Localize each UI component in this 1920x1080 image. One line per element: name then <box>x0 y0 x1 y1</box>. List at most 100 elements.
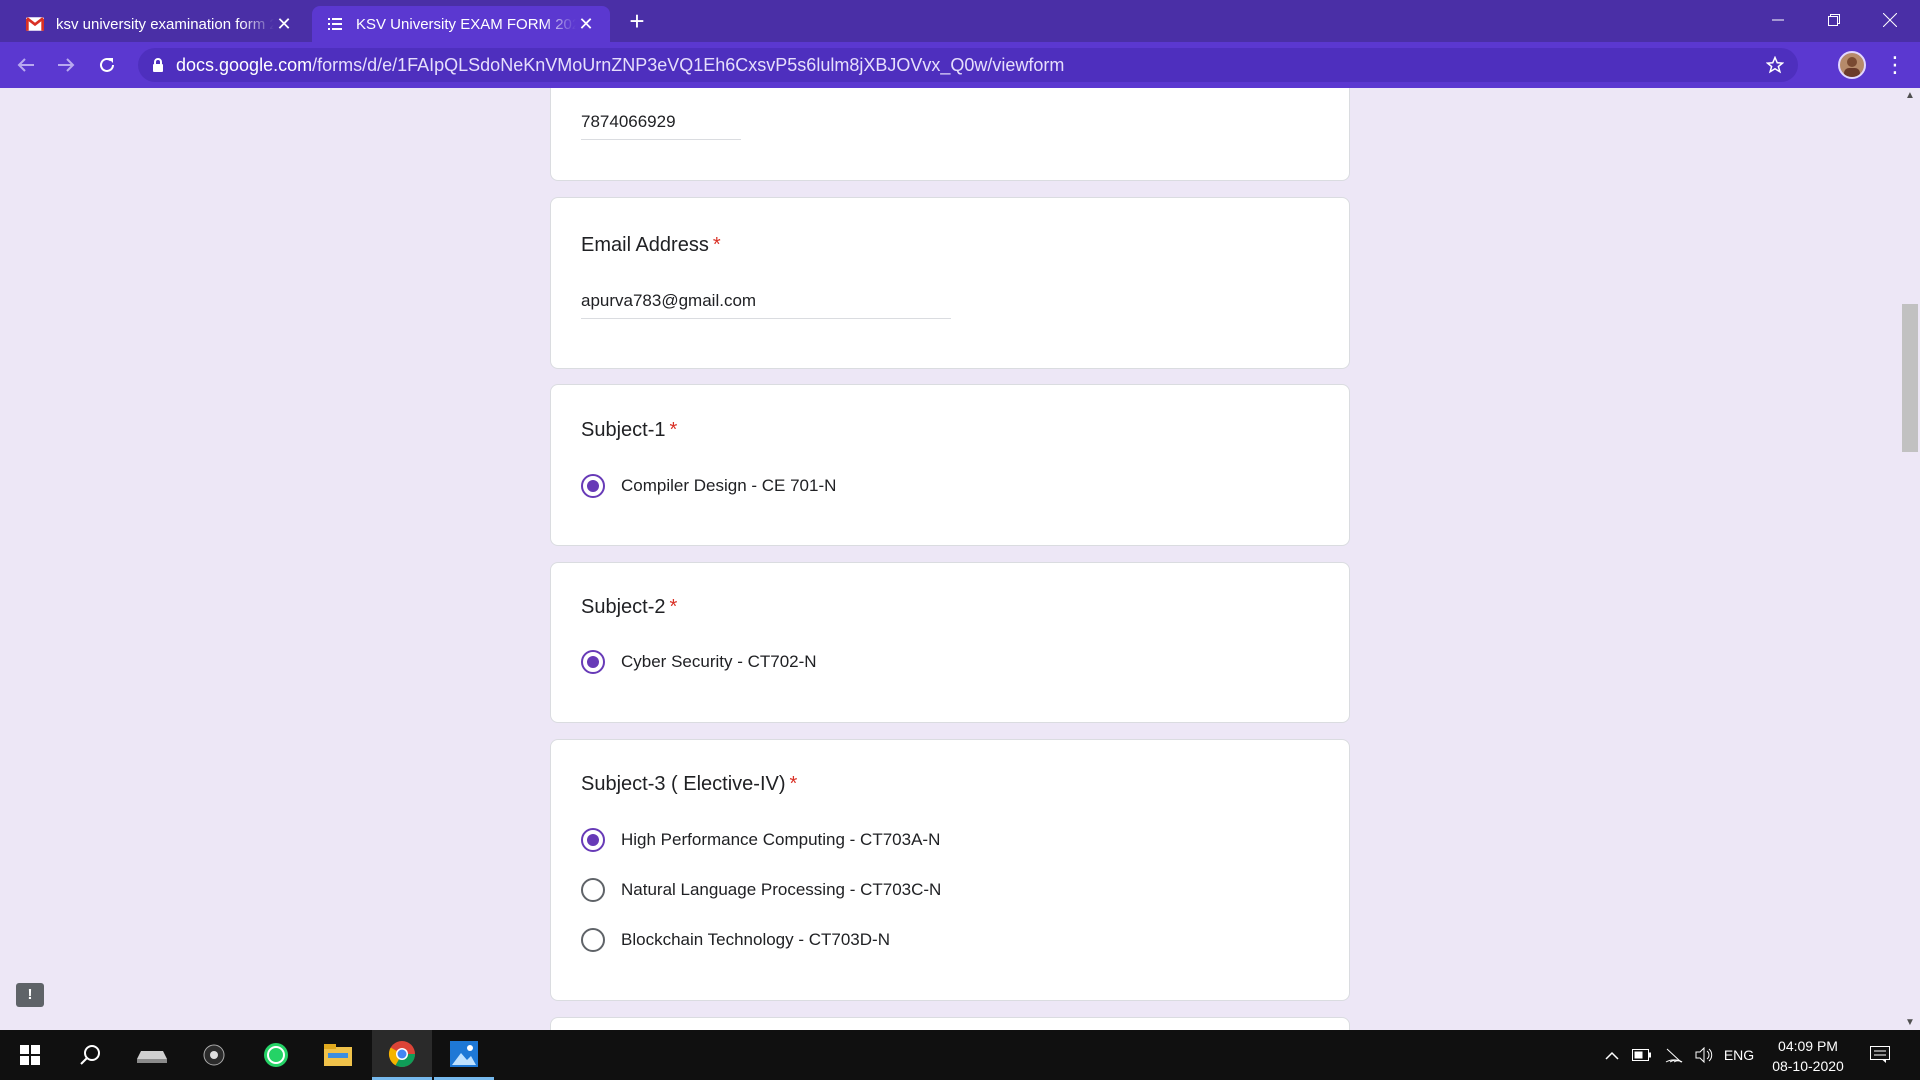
clock-date: 08-10-2020 <box>1772 1058 1844 1074</box>
notification-center-icon[interactable] <box>1862 1030 1898 1080</box>
minimize-button[interactable] <box>1750 0 1806 40</box>
browser-title-bar: ksv university examination form 2 ✕ KSV … <box>0 0 1920 42</box>
tab-close-icon[interactable]: ✕ <box>274 14 294 35</box>
search-icon <box>80 1045 100 1065</box>
required-asterisk: * <box>669 596 678 618</box>
tray-overflow-chevron-icon[interactable] <box>1600 1030 1624 1080</box>
radio-button[interactable] <box>581 928 605 952</box>
forward-button[interactable] <box>50 49 82 81</box>
option-label: High Performance Computing - CT703A-N <box>621 830 941 849</box>
email-answer[interactable]: apurva783@gmail.com <box>581 291 756 311</box>
radio-button-selected[interactable] <box>581 650 605 674</box>
radio-option[interactable]: Blockchain Technology - CT703D-N <box>581 927 890 953</box>
taskbar-app-photos[interactable] <box>434 1030 494 1080</box>
phone-question-card: 7874066929 <box>550 88 1350 181</box>
windows-taskbar: ENG 04:09 PM 08-10-2020 <box>0 1030 1920 1080</box>
option-label: Natural Language Processing - CT703C-N <box>621 880 942 899</box>
whatsapp-icon <box>264 1043 288 1067</box>
chrome-icon <box>388 1040 416 1067</box>
radio-option[interactable]: High Performance Computing - CT703A-N <box>581 827 940 853</box>
forms-icon <box>328 18 342 30</box>
taskbar-search-button[interactable] <box>60 1030 120 1080</box>
tab-gmail[interactable]: ksv university examination form 2 ✕ <box>12 6 308 42</box>
required-asterisk: * <box>789 773 798 795</box>
new-tab-button[interactable]: + <box>622 6 652 36</box>
wifi-icon[interactable] <box>1660 1030 1688 1080</box>
question-title: Subject-3 ( Elective-IV) * <box>581 773 797 796</box>
profile-avatar[interactable] <box>1838 51 1866 79</box>
form-page: 7874066929 Email Address * apurva783@gmai… <box>0 88 1920 1030</box>
required-asterisk: * <box>669 419 678 441</box>
question-label: Subject-2 <box>581 596 666 618</box>
reload-icon <box>100 57 114 72</box>
option-label: Cyber Security - CT702-N <box>621 652 817 671</box>
phone-answer[interactable]: 7874066929 <box>581 112 676 132</box>
question-title: Subject-2 * <box>581 596 677 619</box>
clock-time: 04:09 PM <box>1778 1038 1838 1054</box>
option-label: Compiler Design - CE 701-N <box>621 476 837 495</box>
url-text: docs.google.com/forms/d/e/1FAIpQLSdoNeKn… <box>176 55 1064 76</box>
file-explorer-icon <box>324 1044 352 1066</box>
subject3-question-card: Subject-3 ( Elective-IV) * High Performan… <box>550 739 1350 1001</box>
taskbar-app-explorer[interactable] <box>308 1030 368 1080</box>
question-label: Subject-1 <box>581 419 666 441</box>
obs-icon <box>203 1044 225 1066</box>
radio-button[interactable] <box>581 878 605 902</box>
radio-button-selected[interactable] <box>581 474 605 498</box>
radio-option[interactable]: Cyber Security - CT702-N <box>581 649 817 675</box>
start-button[interactable] <box>0 1030 60 1080</box>
battery-icon[interactable] <box>1628 1030 1656 1080</box>
question-label: Subject-3 ( Elective-IV) <box>581 773 786 795</box>
taskbar-app-drive[interactable] <box>122 1030 182 1080</box>
tab-title: ksv university examination form 2 <box>56 15 274 33</box>
scroll-down-arrow-icon[interactable]: ▼ <box>1905 1017 1915 1028</box>
option-label: Blockchain Technology - CT703D-N <box>621 930 890 949</box>
tab-forms[interactable]: KSV University EXAM FORM 2020 ✕ <box>312 6 610 42</box>
email-question-card: Email Address * apurva783@gmail.com <box>550 197 1350 369</box>
feedback-icon: ! <box>27 986 33 1003</box>
answer-underline <box>581 139 741 140</box>
subject2-question-card: Subject-2 * Cyber Security - CT702-N <box>550 562 1350 723</box>
windows-start-icon <box>20 1045 40 1065</box>
url-path: /forms/d/e/1FAIpQLSdoNeKnVMoUrnZNP3eVQ1E… <box>312 54 1065 75</box>
browser-menu-button[interactable]: ⋮ <box>1880 50 1910 80</box>
report-feedback-button[interactable]: ! <box>16 983 44 1007</box>
subject1-question-card: Subject-1 * Compiler Design - CE 701-N <box>550 384 1350 546</box>
radio-option[interactable]: Compiler Design - CE 701-N <box>581 473 836 499</box>
avatar-icon <box>1844 57 1860 77</box>
tab-close-icon[interactable]: ✕ <box>576 14 596 35</box>
back-arrow-icon <box>17 58 34 72</box>
language-indicator[interactable]: ENG <box>1720 1030 1758 1080</box>
forward-arrow-icon <box>58 58 75 72</box>
next-question-card <box>550 1017 1350 1030</box>
question-label: Email Address <box>581 234 709 256</box>
minimize-icon <box>1772 19 1784 21</box>
page-scrollbar[interactable]: ▲ ▼ <box>1900 88 1920 1030</box>
radio-option[interactable]: Natural Language Processing - CT703C-N <box>581 877 941 903</box>
restore-icon <box>1828 14 1840 26</box>
close-window-button[interactable] <box>1862 0 1918 40</box>
taskbar-app-obs[interactable] <box>184 1030 244 1080</box>
restore-button[interactable] <box>1806 0 1862 40</box>
close-icon <box>1883 13 1897 27</box>
question-title: Subject-1 * <box>581 419 677 442</box>
lock-icon <box>153 58 163 72</box>
taskbar-clock[interactable]: 04:09 PM 08-10-2020 <box>1762 1036 1854 1076</box>
answer-underline <box>581 318 951 319</box>
radio-button-selected[interactable] <box>581 828 605 852</box>
gmail-icon <box>26 17 44 31</box>
volume-icon[interactable] <box>1690 1030 1718 1080</box>
question-title: Email Address * <box>581 234 721 257</box>
taskbar-app-chrome[interactable] <box>372 1030 432 1080</box>
url-host: docs.google.com <box>176 54 313 75</box>
scrollbar-thumb[interactable] <box>1902 304 1918 452</box>
required-asterisk: * <box>712 234 721 256</box>
back-button[interactable] <box>10 49 42 81</box>
taskbar-app-whatsapp[interactable] <box>246 1030 306 1080</box>
drive-icon <box>137 1051 167 1063</box>
reload-button[interactable] <box>91 49 123 81</box>
scroll-up-arrow-icon[interactable]: ▲ <box>1905 90 1915 101</box>
bookmark-star-icon[interactable] <box>1766 56 1784 74</box>
address-bar[interactable]: docs.google.com/forms/d/e/1FAIpQLSdoNeKn… <box>138 48 1798 82</box>
tab-title: KSV University EXAM FORM 2020 <box>356 15 576 33</box>
